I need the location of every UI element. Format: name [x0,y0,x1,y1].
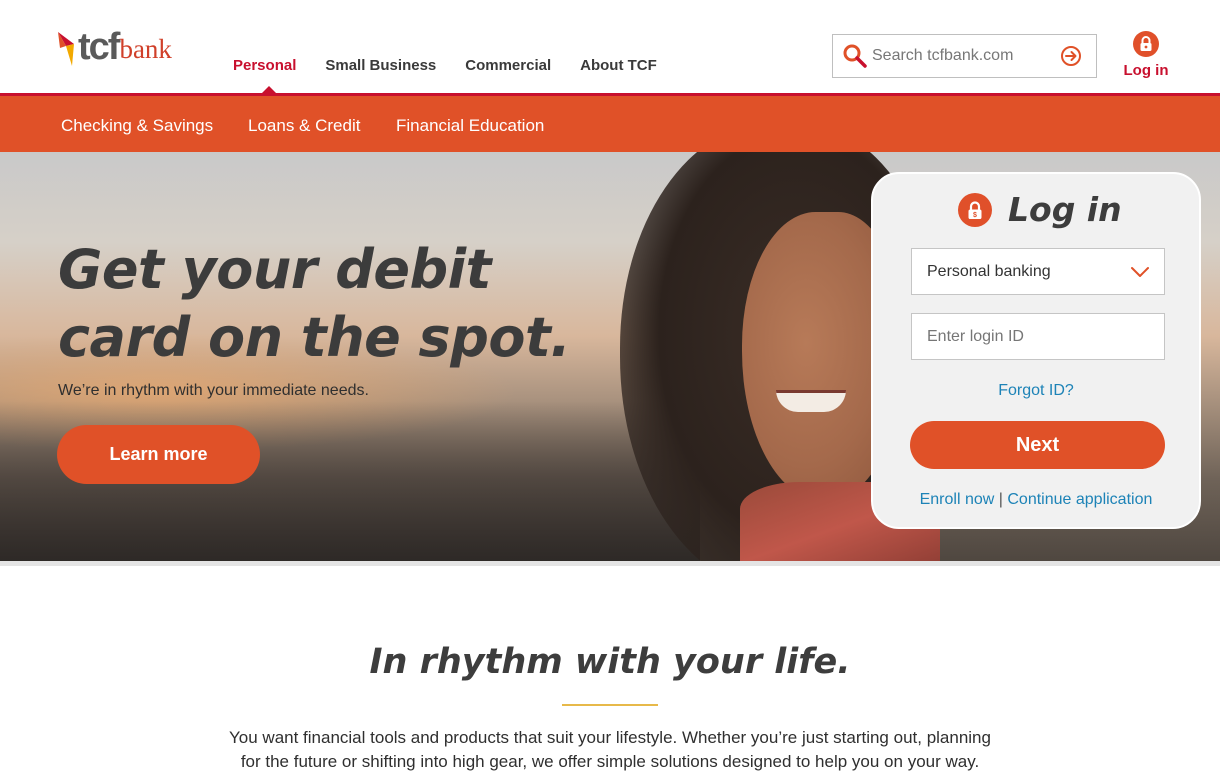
learn-more-button[interactable]: Learn more [57,425,260,484]
site-header: tcf bank Personal Small Business Commerc… [0,0,1220,93]
nav-personal[interactable]: Personal [233,57,296,75]
subnav-checking-savings[interactable]: Checking & Savings [61,116,213,136]
continue-application-link[interactable]: Continue application [1007,491,1152,508]
section-intro: You want financial tools and products th… [210,726,1010,774]
sub-nav: Checking & Savings Loans & Credit Financ… [0,93,1220,152]
login-card-title: Log in [1008,190,1122,229]
arrow-circle-right-icon[interactable] [1060,45,1082,67]
logo-tcf-text: tcf [78,26,120,68]
hero-bottom-divider [0,561,1220,566]
hero-title-line1: Get your debit [58,238,492,301]
tcf-bank-logo[interactable]: tcf bank [56,22,172,66]
section-intro-line2: for the future or shifting into high gea… [240,752,980,771]
enroll-now-link[interactable]: Enroll now [920,491,995,508]
link-separator: | [998,491,1003,508]
nav-about-tcf[interactable]: About TCF [580,57,657,75]
logo-bank-text: bank [119,34,172,64]
login-card-header: $ Log in [958,190,1122,230]
hero-subtitle: We’re in rhythm with your immediate need… [58,382,369,399]
header-login-label: Log in [1123,62,1169,79]
tcf-logo-mark-icon [58,32,74,66]
account-type-value: Personal banking [927,262,1051,280]
site-search [832,34,1097,78]
search-icon [842,43,868,69]
nav-commercial[interactable]: Commercial [465,57,551,75]
section-tagline: In rhythm with your life. [369,642,851,682]
search-input[interactable] [872,47,1052,65]
header-login-link[interactable]: Log in [1120,31,1172,79]
lock-icon: $ [958,193,992,227]
nav-small-business[interactable]: Small Business [325,57,436,75]
lock-icon [1133,31,1159,57]
login-id-input[interactable] [911,313,1165,360]
account-type-select[interactable]: Personal banking [911,248,1165,295]
login-card: $ Log in Personal banking Forgot ID? Nex… [871,172,1201,529]
forgot-id-link[interactable]: Forgot ID? [873,382,1199,400]
section-intro-line1: You want financial tools and products th… [229,728,991,747]
main-nav: Personal Small Business Commercial About… [233,57,686,75]
active-nav-caret [262,86,276,93]
next-button[interactable]: Next [910,421,1165,469]
tagline-divider [562,704,658,706]
hero-title: Get your debit card on the spot. [58,236,618,372]
subnav-financial-education[interactable]: Financial Education [396,116,544,136]
subnav-loans-credit[interactable]: Loans & Credit [248,116,360,136]
hero-title-line2: card on the spot. [58,306,571,369]
chevron-down-icon [1130,265,1150,283]
login-card-links: Enroll now | Continue application [873,491,1199,509]
svg-text:$: $ [973,212,977,219]
hero-photo-smile [776,390,846,412]
